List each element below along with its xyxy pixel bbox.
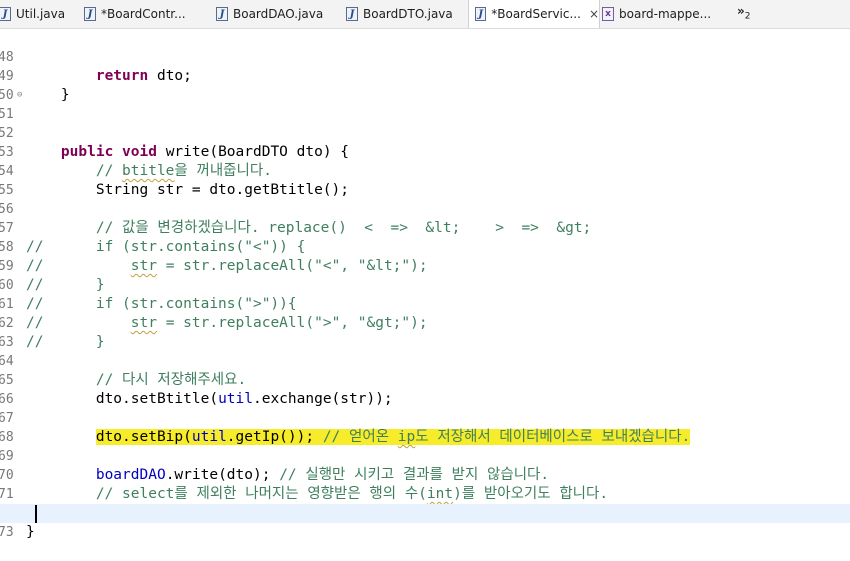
code-line: 65 dto.setBtitle(util.exchange(str)); <box>0 352 850 407</box>
code-line: 58 // str = str.replaceAll("<", "&lt;"); <box>0 219 850 274</box>
tab-overflow-button[interactable]: »2 <box>737 4 751 21</box>
java-file-icon: J <box>475 7 487 21</box>
editor-tab-bar: J Util.java J *BoardContr... J BoardDAO.… <box>0 0 850 29</box>
tab-board-dto[interactable]: J BoardDTO.java <box>346 0 462 28</box>
tab-board-service[interactable]: J *BoardServic... × <box>468 0 600 28</box>
code-line: 51 ⊖ public void write(BoardDTO dto) { <box>0 86 850 160</box>
code-line: 67 dto.setBip(util.getIp()); // 얻어온 ip도 … <box>0 390 850 445</box>
code-line: 62 // } <box>0 295 850 350</box>
tab-board-mapper[interactable]: x board-mappe... <box>602 0 722 28</box>
java-file-icon: J <box>0 7 11 21</box>
fold-collapse-icon[interactable]: ⊖ <box>17 86 22 105</box>
code-line: 54 String str = dto.getBtitle(); <box>0 143 850 198</box>
code-line: 48 return dto; <box>0 29 850 84</box>
tab-label: BoardDAO.java <box>233 7 324 21</box>
code-line: 71 } <box>0 466 850 521</box>
java-file-icon: J <box>346 7 358 21</box>
tab-board-dao[interactable]: J BoardDAO.java <box>216 0 336 28</box>
code-editor[interactable]: 48 return dto; 49 } 50 51 ⊖ public void … <box>0 29 850 540</box>
close-icon[interactable]: × <box>589 7 599 21</box>
code-line: 72 } <box>0 485 850 540</box>
tab-util-java[interactable]: J Util.java <box>0 0 81 28</box>
code-line: 53 // btitle을 꺼내줍니다. <box>0 124 850 179</box>
code-line: 59 // } <box>0 238 850 293</box>
code-line: 55 <box>0 162 850 198</box>
code-line: 56 // 값을 변경하겠습니다. replace() < => &lt; > … <box>0 181 850 236</box>
code-line: 68 <box>0 409 850 445</box>
tab-label: Util.java <box>16 7 66 21</box>
current-line: 73 <box>0 504 850 540</box>
tab-board-controller[interactable]: J *BoardContr... <box>84 0 202 28</box>
overflow-count: 2 <box>744 11 751 22</box>
code-line: 64 // 다시 저장해주세요. <box>0 333 850 388</box>
xml-file-icon: x <box>602 7 614 21</box>
code-line: 52 <box>0 105 850 141</box>
code-line: 63 <box>0 314 850 350</box>
code-line: 60 // if (str.contains(">")){ <box>0 257 850 312</box>
code-line: 69 boardDAO.write(dto); // 실행만 시키고 결과를 받… <box>0 428 850 483</box>
tab-label: *BoardServic... <box>491 7 581 21</box>
java-file-icon: J <box>84 7 96 21</box>
code-line: 66 <box>0 371 850 407</box>
code-line: 49 } <box>0 48 850 103</box>
tab-label: board-mappe... <box>619 7 712 21</box>
code-line: 70 // select를 제외한 나머지는 영향받은 행의 수(int)를 받… <box>0 447 850 502</box>
code-line: 61 // str = str.replaceAll(">", "&gt;"); <box>0 276 850 331</box>
code-line: 57 // if (str.contains("<")) { <box>0 200 850 255</box>
code-line: 50 <box>0 67 850 103</box>
tab-label: BoardDTO.java <box>363 7 453 21</box>
tab-label: *BoardContr... <box>101 7 186 21</box>
java-file-icon: J <box>216 7 228 21</box>
chevron-double-right-icon: » <box>737 4 745 18</box>
text-cursor <box>35 505 37 523</box>
